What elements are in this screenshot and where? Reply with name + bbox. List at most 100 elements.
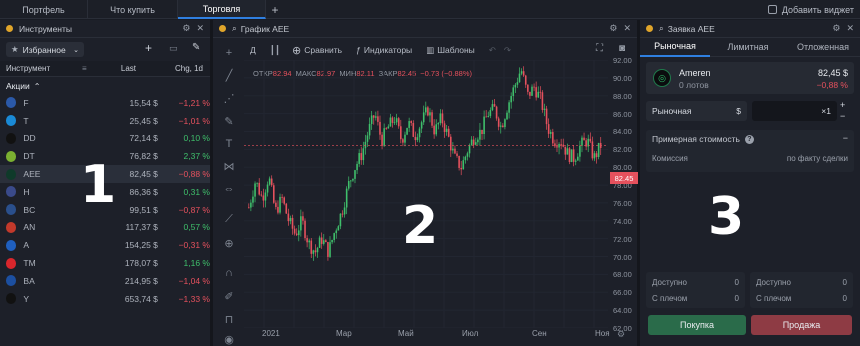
add-widget-button[interactable]: Добавить виджет — [767, 3, 854, 16]
col-chg[interactable]: Chg, 1d — [136, 64, 203, 73]
text-icon[interactable]: T — [218, 135, 240, 153]
brush-icon[interactable]: ✎ — [218, 112, 240, 130]
templates-button[interactable]: ▥ Шаблоны — [426, 45, 475, 56]
compare-button[interactable]: ⊕ Сравнить — [292, 44, 342, 57]
panel-link-dot[interactable] — [219, 25, 226, 32]
magnet-icon[interactable]: ∩ — [218, 264, 240, 282]
instrument-row[interactable]: YY 653,74 $ −1,33 % — [0, 290, 210, 308]
candle — [443, 123, 446, 133]
indicators-button[interactable]: ƒ Индикаторы — [356, 45, 412, 55]
candle — [541, 92, 544, 110]
col-last[interactable]: Last — [96, 64, 136, 73]
undo-icon[interactable]: ↶ — [489, 45, 496, 56]
star-icon: ★ — [11, 44, 19, 54]
candle — [547, 124, 550, 134]
tab-trading[interactable]: Торговля — [178, 0, 266, 19]
add-instrument-icon[interactable]: + — [145, 41, 152, 55]
pencil-lock-icon[interactable]: ✐ — [218, 287, 240, 305]
order-type-select[interactable]: Рыночная $ — [646, 101, 747, 121]
trendline-icon[interactable]: ╱ — [218, 66, 240, 84]
x-tick-label: Июл — [462, 329, 479, 338]
quantity-input[interactable]: ×1 — [752, 101, 837, 121]
candle — [545, 108, 548, 125]
panel-link-dot[interactable] — [6, 25, 13, 32]
y-tick-label: 64.00 — [613, 306, 632, 316]
candle — [572, 149, 575, 162]
sell-button[interactable]: Продажа — [751, 315, 852, 335]
close-icon[interactable]: ✕ — [846, 23, 854, 34]
instrument-logo-icon: Y — [6, 293, 17, 305]
favorites-dropdown[interactable]: ★ Избранное ⌄ — [6, 42, 84, 57]
instrument-row[interactable]: DD DD 72,14 $ 0,10 % — [0, 130, 210, 148]
candle — [248, 207, 250, 209]
gear-icon[interactable]: ⚙ — [182, 23, 190, 34]
increment-button[interactable]: + — [840, 100, 845, 110]
instrument-row[interactable]: Ford F 15,54 $ −1,21 % — [0, 94, 210, 112]
buy-button[interactable]: Покупка — [648, 315, 746, 335]
candle — [416, 137, 419, 141]
panel-link-dot[interactable] — [646, 25, 653, 32]
daily-change: 0,31 % — [183, 186, 210, 197]
collapse-icon[interactable]: − — [843, 133, 848, 143]
daily-change: −1,21 % — [178, 97, 210, 108]
tab-market[interactable]: Рыночная — [640, 37, 710, 57]
candle — [579, 145, 581, 157]
candle — [352, 178, 354, 181]
instrument-row[interactable]: BA BA 214,95 $ −1,04 % — [0, 272, 210, 290]
tab-limit[interactable]: Лимитная — [710, 42, 786, 52]
candle — [310, 240, 313, 254]
candle — [258, 182, 261, 195]
instrument-row[interactable]: AT&T T 25,45 $ −1,01 % — [0, 112, 210, 130]
help-icon[interactable]: ? — [744, 134, 754, 144]
instrument-row[interactable]: AA 154,25 $ −0,31 % — [0, 236, 210, 254]
axis-settings-icon[interactable]: ⚙ — [617, 329, 625, 340]
projection-icon[interactable]: ⇔ — [218, 180, 240, 198]
gear-icon[interactable]: ⚙ — [832, 23, 840, 34]
search-icon[interactable]: ⌕ — [659, 23, 664, 34]
instrument-card[interactable]: ◎ Ameren 0 лотов 82,45 $ −0,88 % — [646, 62, 854, 94]
margin-value: 0 — [842, 294, 847, 303]
candles-icon[interactable]: ┃┃ — [270, 45, 280, 56]
daily-change: −1,33 % — [178, 293, 210, 304]
interval-button[interactable]: Д — [250, 45, 256, 55]
zoom-icon[interactable]: ⊕ — [218, 234, 240, 252]
instrument-row[interactable]: TM TM 178,07 $ 1,16 % — [0, 254, 210, 272]
group-stocks[interactable]: Акции ⌃ — [6, 79, 40, 93]
decrement-button[interactable]: − — [840, 111, 845, 121]
candle — [391, 117, 394, 123]
candle — [502, 125, 504, 128]
price-chart[interactable] — [244, 60, 608, 328]
gear-icon[interactable]: ⚙ — [609, 23, 617, 34]
fib-icon[interactable]: ⋰ — [218, 89, 240, 107]
candle — [458, 155, 460, 168]
tab-pending[interactable]: Отложенная — [786, 42, 860, 52]
crosshair-icon[interactable]: + — [218, 44, 240, 62]
tab-what-to-buy[interactable]: Что купить — [88, 0, 178, 19]
y-tick-label: 66.00 — [613, 288, 632, 298]
add-tab-button[interactable]: + — [266, 0, 284, 19]
comment-icon[interactable]: ▭ — [169, 43, 178, 54]
fullscreen-icon[interactable]: ⛶ — [596, 43, 603, 54]
order-type-value: Рыночная — [652, 106, 692, 116]
eye-icon[interactable]: ◉ — [218, 330, 240, 346]
candle — [552, 132, 554, 144]
close-icon[interactable]: ✕ — [623, 23, 631, 34]
tab-portfolio[interactable]: Портфель — [0, 0, 88, 19]
camera-icon[interactable]: ◙ — [619, 43, 625, 54]
ruler-icon[interactable]: ⟋ — [218, 210, 240, 228]
sort-icon[interactable]: ≡ — [82, 64, 96, 73]
candle — [589, 138, 592, 142]
instrument-row[interactable]: AN AN 117,37 $ 0,57 % — [0, 219, 210, 237]
edit-icon[interactable]: ✎ — [192, 42, 200, 53]
search-icon[interactable]: ⌕ — [232, 23, 237, 34]
lock-icon[interactable]: ⊓ — [218, 310, 240, 328]
candle — [554, 143, 556, 147]
redo-icon[interactable]: ↷ — [504, 45, 511, 56]
candle — [333, 233, 335, 240]
col-instrument[interactable]: Инструмент — [6, 64, 82, 73]
candle — [320, 237, 323, 244]
pattern-icon[interactable]: ⋈ — [218, 157, 240, 175]
candle — [483, 116, 485, 135]
candle — [495, 106, 498, 119]
close-icon[interactable]: ✕ — [196, 23, 204, 34]
